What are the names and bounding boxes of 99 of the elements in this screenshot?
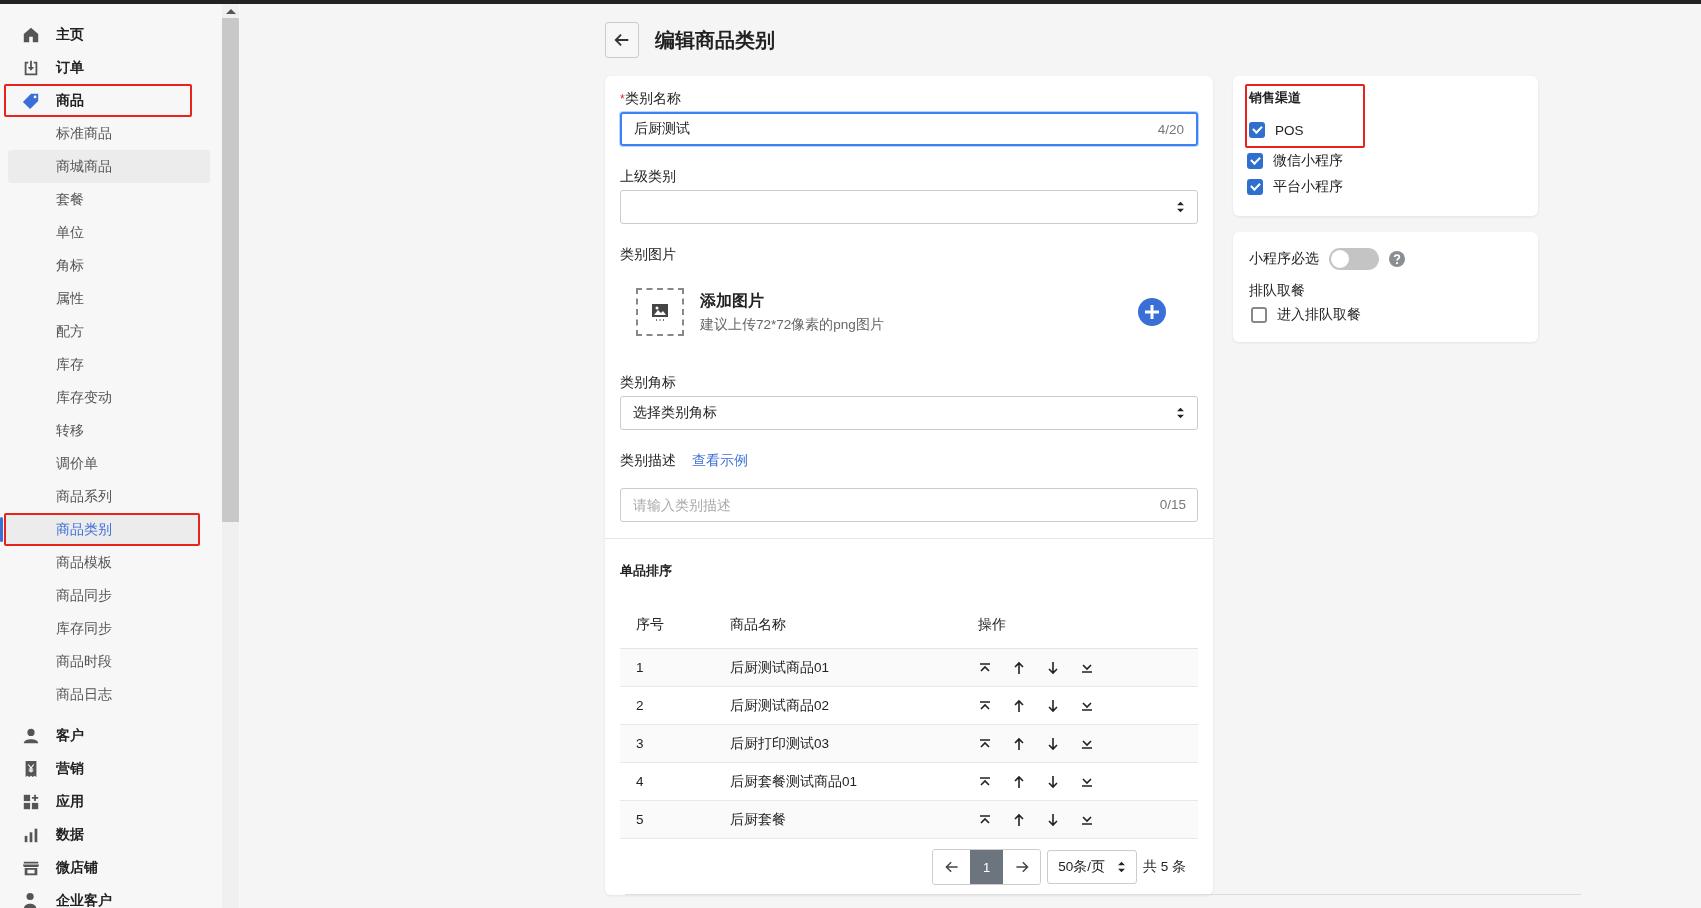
arrow-left-icon <box>943 859 960 875</box>
column-header: 商品名称 <box>730 616 787 634</box>
sort-caret-icon <box>1176 201 1185 213</box>
download-icon <box>22 58 40 77</box>
table-cell-text: 3 <box>636 736 645 751</box>
card-title: 销售渠道 <box>1249 90 1302 107</box>
upload-title: 添加图片 <box>700 290 765 311</box>
nav-subitem[interactable]: 库存变动 <box>4 381 210 414</box>
table-cell-text: 后厨套餐 <box>730 810 787 829</box>
arrow-down-icon[interactable] <box>1046 774 1060 789</box>
table-cell-text: 后厨测试商品01 <box>730 658 831 677</box>
checkbox-label: 进入排队取餐 <box>1277 306 1361 324</box>
field-label: 类别名称 <box>624 91 681 106</box>
field-value: 后厨测试 <box>634 120 690 138</box>
nav-item[interactable]: 微店铺 <box>4 851 192 884</box>
select-value: 选择类别角标 <box>633 404 717 422</box>
section-title: 单品排序 <box>620 563 673 580</box>
char-counter: 4/20 <box>1157 121 1184 137</box>
arrow-up-icon[interactable] <box>1012 812 1026 827</box>
nav-item[interactable]: 应用 <box>4 785 192 818</box>
table-cell-text: 后厨测试商品02 <box>730 696 831 715</box>
sort-caret-icon <box>1176 407 1185 419</box>
nav-item[interactable]: 订单 <box>4 51 192 84</box>
checkbox[interactable] <box>1247 153 1263 169</box>
nav-subitem[interactable]: 套餐 <box>4 183 210 216</box>
field-label: 上级类别 <box>620 168 677 186</box>
arrow-up-icon[interactable] <box>1012 736 1026 751</box>
badge-select[interactable]: 选择类别角标 <box>620 396 1198 430</box>
nav-subitem[interactable]: 转移 <box>4 414 210 447</box>
image-icon <box>650 302 670 322</box>
checkbox-label: POS <box>1275 122 1304 138</box>
arrow-up-icon[interactable] <box>1012 660 1026 675</box>
person-icon <box>22 726 40 745</box>
total-count: 共 5 条 <box>1143 858 1186 876</box>
required-mark: * <box>620 92 625 106</box>
arrow-down-icon[interactable] <box>1046 660 1060 675</box>
arrow-down-icon[interactable] <box>1046 698 1060 713</box>
image-upload-box[interactable] <box>636 288 684 336</box>
field-label: 类别描述 <box>620 452 676 470</box>
page-title: 编辑商品类别 <box>655 27 775 53</box>
help-icon[interactable] <box>1389 251 1405 267</box>
char-counter: 0/15 <box>1159 497 1186 512</box>
tag-icon <box>22 91 40 110</box>
nav-subitem[interactable]: 标准商品 <box>4 117 210 150</box>
back-arrow-icon <box>613 31 631 49</box>
column-header: 序号 <box>636 616 665 634</box>
nav-subitem[interactable]: 库存 <box>4 348 210 381</box>
nav-item[interactable]: 客户 <box>4 719 192 752</box>
nav-subitem[interactable]: 商城商品 <box>8 150 210 183</box>
nav-item[interactable]: 数据 <box>4 818 192 851</box>
arrow-up-icon[interactable] <box>1012 774 1026 789</box>
scrollbar-thumb[interactable] <box>222 18 239 522</box>
column-header: 操作 <box>978 616 1007 634</box>
toggle-label: 小程序必选 <box>1249 250 1319 268</box>
checkbox-label: 微信小程序 <box>1273 152 1343 170</box>
nav-item[interactable]: 企业客户 <box>4 884 192 908</box>
back-button[interactable] <box>605 22 639 58</box>
nav-item[interactable]: 商品 <box>4 84 192 117</box>
view-example-link[interactable]: 查看示例 <box>692 452 748 470</box>
checkbox[interactable] <box>1247 179 1263 195</box>
field-label: 类别图片 <box>620 246 677 264</box>
nav-subitem[interactable]: 角标 <box>4 249 210 282</box>
arrow-down-icon[interactable] <box>1046 736 1060 751</box>
upload-hint: 建议上传72*72像素的png图片 <box>700 315 885 334</box>
nav-subitem[interactable]: 单位 <box>4 216 210 249</box>
checkbox[interactable] <box>1249 122 1265 138</box>
sort-caret-icon <box>1117 861 1126 873</box>
nav-subitem[interactable]: 商品模板 <box>4 546 210 579</box>
table-cell-text: 5 <box>636 812 645 827</box>
nav-subitem[interactable]: 商品系列 <box>4 480 210 513</box>
apps-icon <box>22 792 40 811</box>
arrow-down-icon[interactable] <box>1046 812 1060 827</box>
home-icon <box>22 25 40 44</box>
page-size-select[interactable]: 50条/页 <box>1047 850 1137 884</box>
select-value: 50条/页 <box>1058 858 1105 876</box>
table-cell-text: 4 <box>636 774 645 789</box>
nav-subitem[interactable]: 配方 <box>4 315 210 348</box>
nav-item[interactable]: 主页 <box>4 18 192 51</box>
table-cell-text: 后厨套餐测试商品01 <box>730 772 859 791</box>
arrow-right-icon <box>1013 859 1030 875</box>
page-button[interactable]: 1 <box>970 850 1004 884</box>
table-cell-text: 2 <box>636 698 645 713</box>
nav-subitem[interactable]: 商品日志 <box>4 678 210 711</box>
name-field[interactable]: 后厨测试 4/20 <box>620 112 1198 146</box>
checkbox-label: 平台小程序 <box>1273 178 1343 196</box>
nav-subitem[interactable]: 商品同步 <box>4 579 210 612</box>
nav-subitem[interactable]: 商品时段 <box>4 645 210 678</box>
toggle-switch[interactable] <box>1329 248 1379 270</box>
arrow-up-icon[interactable] <box>1012 698 1026 713</box>
nav-subitem[interactable]: 调价单 <box>4 447 210 480</box>
nav-subitem[interactable]: 库存同步 <box>4 612 210 645</box>
add-icon[interactable] <box>1138 298 1166 326</box>
table-cell-text: 1 <box>636 660 645 675</box>
nav-item[interactable]: 营销 <box>4 752 192 785</box>
section-label: 排队取餐 <box>1249 282 1306 300</box>
field-label: 类别角标 <box>620 374 677 392</box>
table-cell-text: 后厨打印测试03 <box>730 734 831 753</box>
checkbox[interactable] <box>1251 307 1267 323</box>
nav-subitem[interactable]: 属性 <box>4 282 210 315</box>
